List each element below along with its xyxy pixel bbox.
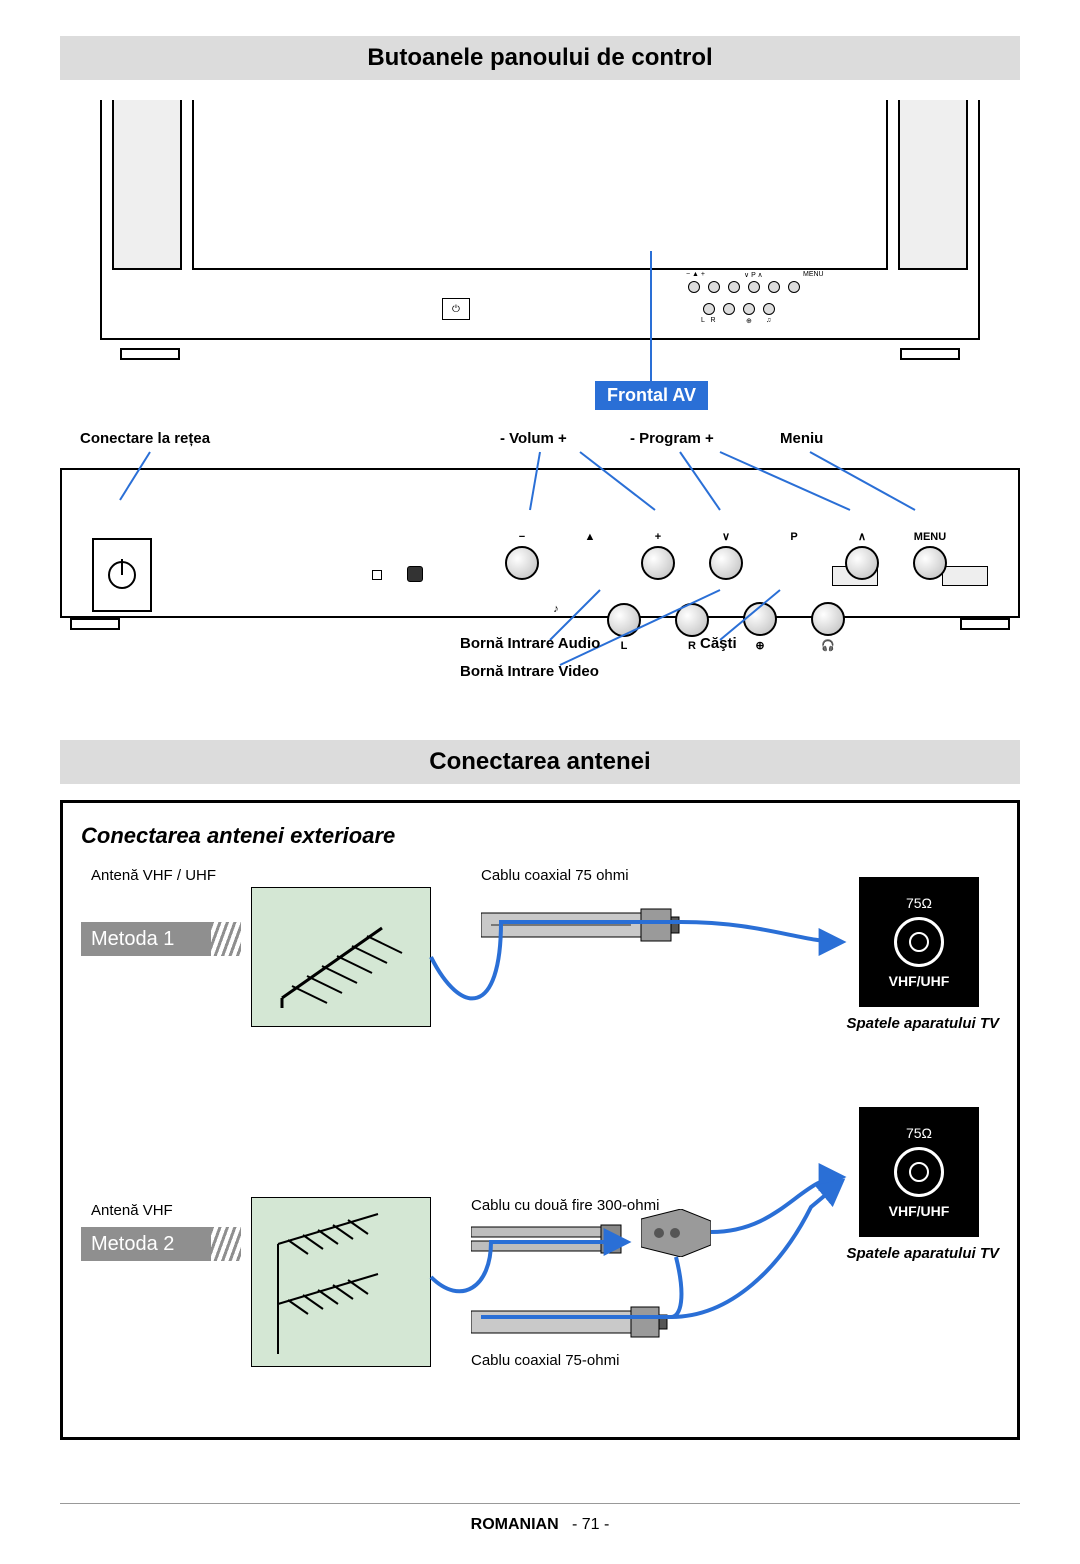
coax-plug-1 (481, 895, 681, 955)
label-twin-300: Cablu cu două fire 300-ohmi (471, 1197, 659, 1214)
back-75-label-1: 75Ω (906, 895, 932, 911)
heading-antenna: Conectarea antenei (60, 740, 1020, 784)
headphone-icon: 🎧 (821, 639, 835, 652)
sym-menu: MENU (914, 531, 946, 543)
tv-back-panel-1: 75Ω VHF/UHF (859, 877, 979, 1007)
footer-sep-1: - (572, 1516, 577, 1533)
coax-jack-icon-2 (894, 1147, 944, 1197)
ir-sensor-icon (407, 566, 423, 582)
volume-down-button[interactable] (505, 546, 539, 580)
label-coax-75: Cablu coaxial 75 ohmi (481, 867, 629, 884)
program-down-button[interactable] (709, 546, 743, 580)
antenna-image-2 (251, 1197, 431, 1367)
frontal-av-callout-line (650, 251, 652, 391)
video-in-button[interactable] (743, 602, 777, 636)
label-antenna-vhf: Antenă VHF (91, 1202, 173, 1219)
sym-vol-plus: + (655, 531, 661, 543)
power-button[interactable] (92, 538, 152, 612)
antenna-image-1 (251, 887, 431, 1027)
button-grid: − ▲ + ∨ P ∧ MENU ♪ L R ⊕ 🎧 (502, 530, 950, 652)
tv-illustration: ⏻ − ▲ + ∨ P ∧ MENU L R ⊕ ♫ (60, 100, 1020, 360)
method-2-tag: Metoda 2 (81, 1227, 211, 1261)
label-audio-in: Bornă Intrare Audio (460, 635, 600, 652)
sym-prog-down: ∨ (722, 530, 730, 543)
coax-plug-2 (471, 1297, 671, 1357)
back-band-label-2: VHF/UHF (889, 1203, 950, 1219)
power-indicator-icon: ⏻ (442, 298, 470, 320)
coax-jack-icon (894, 917, 944, 967)
label-program: - Program + (630, 430, 714, 447)
tv-mini-panel: − ▲ + ∨ P ∧ MENU L R ⊕ ♫ (648, 273, 848, 328)
antenna-subheading: Conectarea antenei exterioare (81, 823, 999, 849)
label-antenna-vhf-uhf: Antenă VHF / UHF (91, 867, 216, 884)
tv-back-label-2: Spatele aparatului TV (846, 1245, 999, 1262)
audio-icon: ♪ (553, 603, 559, 615)
audio-in-l-button[interactable] (607, 603, 641, 637)
power-icon (108, 561, 136, 589)
volume-up-button[interactable] (641, 546, 675, 580)
video-icon: ⊕ (755, 639, 764, 652)
label-volume: - Volum + (500, 430, 567, 447)
twinlead-plug (471, 1219, 631, 1279)
label-video-in: Bornă Intrare Video (460, 663, 599, 680)
back-75-label-2: 75Ω (906, 1125, 932, 1141)
stacked-yagi-icon (258, 1204, 428, 1364)
audio-in-r-button[interactable] (675, 603, 709, 637)
program-up-button[interactable] (845, 546, 879, 580)
sym-prog-p: P (790, 531, 797, 543)
page-footer: ROMANIAN - 71 - (0, 1516, 1080, 1534)
heading-panel: Butoanele panoului de control (60, 36, 1020, 80)
label-coax-75b: Cablu coaxial 75-ohmi (471, 1352, 619, 1369)
label-r: R (688, 640, 696, 652)
sym-prog-up: ∧ (858, 530, 866, 543)
sym-vol-minus: − (519, 531, 525, 543)
method-1-row: Antenă VHF / UHF Metoda 1 Cablu coaxial … (81, 867, 999, 1107)
method-1-tag: Metoda 1 (81, 922, 211, 956)
headphone-jack[interactable] (811, 602, 845, 636)
frontal-av-badge: Frontal AV (595, 381, 708, 410)
tv-back-label-1: Spatele aparatului TV (846, 1015, 999, 1032)
footer-sep-2: - (604, 1516, 609, 1533)
label-menu: Meniu (780, 430, 823, 447)
label-l: L (621, 640, 628, 652)
footer-rule (60, 1503, 1020, 1504)
label-power: Conectare la rețea (80, 430, 210, 447)
balun-adapter-icon (641, 1209, 711, 1257)
method-2-row: 75Ω VHF/UHF Spatele aparatului TV Antenă… (81, 1107, 999, 1407)
led-icon (372, 570, 382, 580)
tv-back-panel-2: 75Ω VHF/UHF (859, 1107, 979, 1237)
back-band-label-1: VHF/UHF (889, 973, 950, 989)
antenna-diagram-box: Conectarea antenei exterioare Antenă VHF… (60, 800, 1020, 1440)
label-headphones: Căşti (700, 635, 737, 652)
footer-page-number: 71 (582, 1516, 600, 1533)
method-2-label: Metoda 2 (91, 1233, 174, 1256)
method-1-label: Metoda 1 (91, 928, 174, 951)
yagi-antenna-icon (272, 908, 412, 1008)
menu-button[interactable] (913, 546, 947, 580)
footer-language: ROMANIAN (471, 1516, 559, 1533)
front-panel-detail: Conectare la rețea - Volum + - Program +… (60, 430, 1020, 700)
